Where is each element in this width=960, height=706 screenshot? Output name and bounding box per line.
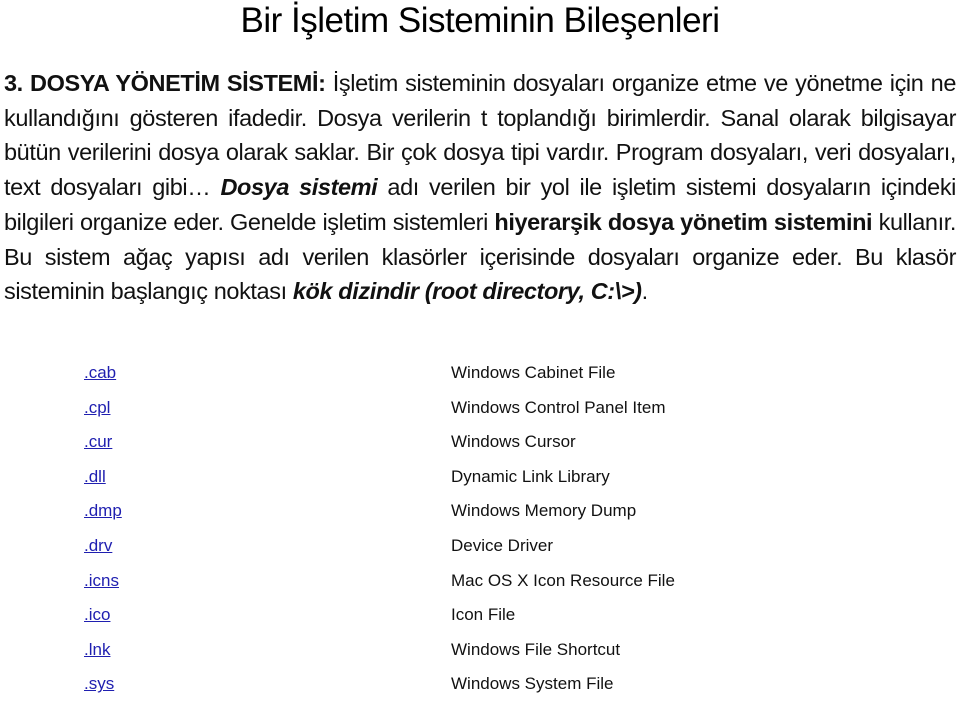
- extension-link[interactable]: .cpl: [84, 398, 110, 417]
- extension-link[interactable]: .icns: [84, 571, 119, 590]
- emphasis-hiyerarsik: hiyerarşik dosya yönetim sistemini: [494, 208, 873, 235]
- extension-link[interactable]: .cab: [84, 363, 116, 382]
- extension-link[interactable]: .lnk: [84, 640, 110, 659]
- paragraph-text-4: .: [641, 278, 649, 305]
- file-description: Mac OS X Icon Resource File: [451, 570, 675, 590]
- list-item: .dmp: [84, 498, 122, 533]
- extension-link[interactable]: .sys: [84, 674, 114, 693]
- description-paragraph: 3. DOSYA YÖNETİM SİSTEMİ: İşletim sistem…: [4, 66, 956, 309]
- file-description: Windows System File: [451, 674, 614, 694]
- section-heading: 3. DOSYA YÖNETİM SİSTEMİ:: [4, 70, 326, 96]
- file-description: Dynamic Link Library: [451, 466, 610, 486]
- list-item: .drv: [84, 533, 122, 568]
- list-item: .lnk: [84, 637, 122, 672]
- extension-link[interactable]: .dmp: [84, 501, 122, 520]
- file-description: Windows File Shortcut: [451, 639, 621, 659]
- list-item: .cur: [84, 429, 122, 464]
- page-title: Bir İşletim Sisteminin Bileşenleri: [240, 1, 720, 40]
- emphasis-kok-dizin: kök dizindir (root directory, C:\>): [292, 278, 642, 305]
- list-item: .cpl: [84, 395, 122, 430]
- extension-link[interactable]: .cur: [84, 432, 112, 451]
- file-description: Windows Control Panel Item: [451, 397, 666, 417]
- extension-link[interactable]: .dll: [84, 467, 106, 486]
- list-item: .ico: [84, 602, 122, 637]
- file-description: Windows Cabinet File: [451, 363, 616, 382]
- extension-link[interactable]: .ico: [84, 605, 110, 624]
- list-item: .sys: [84, 671, 122, 706]
- extension-link[interactable]: .drv: [84, 536, 112, 555]
- file-description: Device Driver: [451, 535, 554, 555]
- file-description: Icon File: [451, 605, 516, 625]
- file-extension-list: .cab .cpl .cur .dll .dmp .drv .icns .ico…: [84, 360, 122, 706]
- file-description: Windows Memory Dump: [451, 501, 637, 521]
- list-item: .icns: [84, 568, 122, 603]
- emphasis-dosya-sistemi: Dosya sistemi: [220, 174, 378, 201]
- list-item: .dll: [84, 464, 122, 499]
- file-description: Windows Cursor: [451, 432, 576, 452]
- file-description-list: Windows Cabinet File Windows Control Pan…: [451, 360, 675, 706]
- list-item: .cab: [84, 360, 122, 395]
